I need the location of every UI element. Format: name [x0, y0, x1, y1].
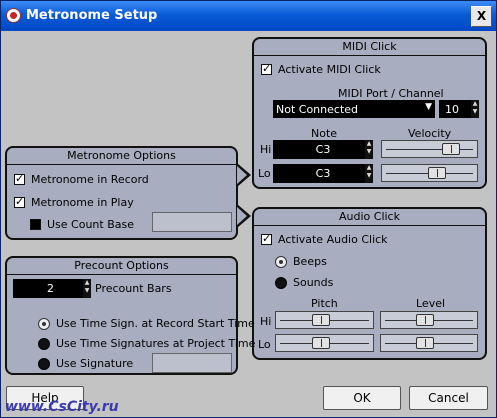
signature-field[interactable]	[152, 353, 232, 373]
lo-level-slider[interactable]	[380, 334, 478, 352]
metronome-in-play-row[interactable]: Metronome in Play	[14, 195, 134, 209]
midi-channel-spinner-icon[interactable]: ▲ ▼	[471, 100, 479, 118]
beeps-label: Beeps	[293, 255, 327, 268]
hi-level-thumb[interactable]	[416, 314, 434, 326]
lo-note-spinner-icon[interactable]: ▲ ▼	[365, 164, 373, 183]
lo-velocity-thumb[interactable]	[428, 167, 446, 179]
time-sign-record-start-radio[interactable]	[38, 317, 50, 330]
audio-click-title: Audio Click	[254, 209, 485, 226]
metronome-setup-window: Metronome Setup X MIDI Click Activate MI…	[0, 0, 497, 418]
activate-audio-click-checkbox[interactable]	[261, 232, 272, 245]
ok-button[interactable]: OK	[323, 386, 401, 410]
hi-level-slider[interactable]	[380, 311, 478, 329]
metronome-in-play-checkbox[interactable]	[14, 195, 25, 208]
velocity-label: Velocity	[408, 127, 452, 140]
metronome-options-panel: Metronome Options Metronome in Record Me…	[5, 146, 238, 240]
midi-port-select[interactable]: Not Connected ▼	[273, 100, 435, 118]
metronome-in-record-checkbox[interactable]	[14, 172, 25, 185]
midi-channel-field[interactable]: 10 ▲ ▼	[439, 100, 479, 118]
use-signature-option[interactable]: Use Signature	[38, 357, 133, 370]
metronome-in-record-label: Metronome in Record	[31, 173, 149, 186]
midi-channel-value: 10	[445, 102, 459, 116]
sounds-option[interactable]: Sounds	[275, 276, 333, 289]
watermark: www.CsCity.ru	[5, 399, 119, 415]
metronome-in-play-label: Metronome in Play	[31, 196, 134, 209]
activate-audio-click-row[interactable]: Activate Audio Click	[261, 232, 388, 246]
time-signatures-project-option[interactable]: Use Time Signatures at Project Time	[38, 337, 255, 350]
sounds-radio[interactable]	[275, 276, 287, 289]
activate-midi-click-label: Activate MIDI Click	[278, 63, 381, 76]
lo-note-field[interactable]: C3 ▲ ▼	[273, 164, 373, 183]
audio-click-panel: Audio Click Activate Audio Click Beeps S…	[252, 207, 487, 360]
use-count-base-row[interactable]: Use Count Base	[30, 218, 134, 231]
close-button[interactable]: X	[471, 6, 492, 27]
lo-velocity-slider[interactable]	[381, 164, 478, 182]
metronome-options-title: Metronome Options	[7, 148, 236, 165]
lo-pitch-slider[interactable]	[275, 334, 374, 352]
midi-lo-label: Lo	[258, 167, 271, 180]
time-signatures-project-radio[interactable]	[38, 337, 50, 350]
audio-lo-label: Lo	[258, 338, 271, 351]
use-count-base-checkbox[interactable]	[30, 219, 41, 230]
lo-note-value: C3	[315, 167, 331, 180]
hi-velocity-slider[interactable]	[381, 140, 478, 158]
beeps-option[interactable]: Beeps	[275, 255, 327, 268]
pitch-label: Pitch	[311, 297, 338, 310]
beeps-radio[interactable]	[275, 255, 287, 268]
precount-bars-field[interactable]: 2 ▲ ▼	[13, 279, 91, 298]
hi-pitch-thumb[interactable]	[312, 314, 330, 326]
hi-velocity-thumb[interactable]	[442, 143, 460, 155]
time-sign-record-start-label: Use Time Sign. at Record Start Time	[56, 317, 255, 330]
precount-options-panel: Precount Options 2 ▲ ▼ Precount Bars Use …	[5, 256, 255, 375]
activate-midi-click-row[interactable]: Activate MIDI Click	[261, 62, 381, 76]
sounds-label: Sounds	[293, 276, 334, 289]
count-base-field[interactable]	[152, 212, 232, 232]
hi-pitch-slider[interactable]	[275, 311, 374, 329]
midi-port-value: Not Connected	[276, 102, 359, 116]
arrow-to-audio-click-inner	[237, 207, 247, 225]
midi-hi-label: Hi	[260, 143, 272, 156]
activate-audio-click-label: Activate Audio Click	[278, 233, 388, 246]
hi-note-spinner-icon[interactable]: ▲ ▼	[365, 140, 373, 159]
hi-note-field[interactable]: C3 ▲ ▼	[273, 140, 373, 159]
midi-click-title: MIDI Click	[254, 39, 485, 56]
dropdown-arrow-icon: ▼	[425, 102, 432, 112]
use-signature-radio[interactable]	[38, 357, 50, 370]
hi-note-value: C3	[315, 143, 331, 156]
window-title: Metronome Setup	[26, 8, 158, 23]
arrow-to-midi-click-inner	[237, 166, 247, 184]
precount-options-title: Precount Options	[7, 258, 236, 275]
precount-bars-value: 2	[47, 282, 54, 295]
title-bar: Metronome Setup X	[1, 1, 496, 31]
midi-click-panel: MIDI Click Activate MIDI Click MIDI Port…	[252, 37, 487, 189]
note-label: Note	[311, 127, 338, 140]
app-icon	[6, 8, 21, 23]
metronome-in-record-row[interactable]: Metronome in Record	[14, 172, 149, 186]
time-signatures-project-label: Use Time Signatures at Project Time	[56, 337, 256, 350]
audio-hi-label: Hi	[260, 315, 272, 328]
lo-level-thumb[interactable]	[416, 337, 434, 349]
activate-midi-click-checkbox[interactable]	[261, 62, 272, 75]
precount-bars-spinner-icon[interactable]: ▲ ▼	[83, 279, 91, 298]
midi-port-channel-label: MIDI Port / Channel	[338, 87, 444, 100]
cancel-button[interactable]: Cancel	[409, 386, 488, 410]
use-signature-label: Use Signature	[56, 357, 134, 370]
time-sign-record-start-option[interactable]: Use Time Sign. at Record Start Time	[38, 317, 255, 330]
lo-pitch-thumb[interactable]	[312, 337, 330, 349]
use-count-base-label: Use Count Base	[47, 218, 134, 231]
level-label: Level	[416, 297, 446, 310]
precount-bars-label: Precount Bars	[95, 282, 172, 295]
